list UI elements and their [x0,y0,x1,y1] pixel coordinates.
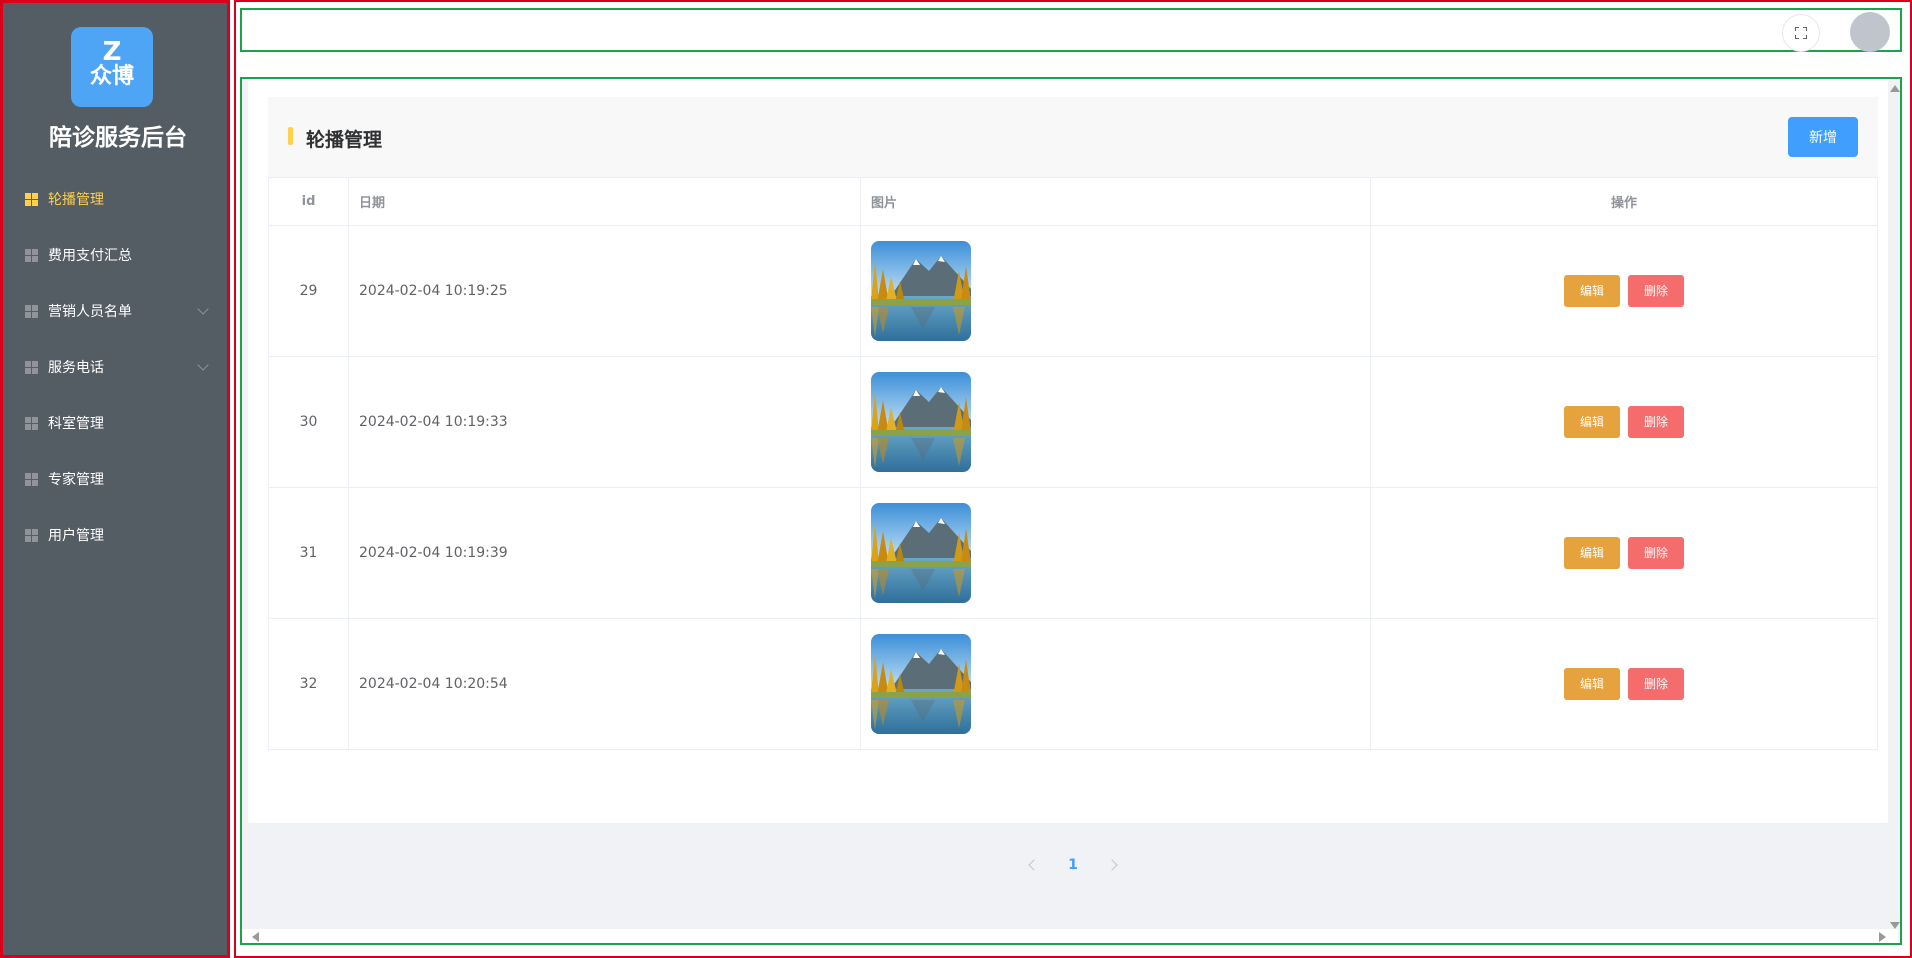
chevron-down-icon [197,303,209,315]
delete-button[interactable]: 删除 [1628,406,1684,438]
landscape-thumbnail[interactable] [871,634,971,734]
cell-id: 31 [268,487,349,619]
page-number[interactable]: 1 [1068,857,1078,873]
scroll-right-icon[interactable] [1879,932,1886,942]
cell-image [860,356,1371,488]
scroll-down-icon[interactable] [1890,922,1900,929]
cell-image [860,618,1371,750]
horizontal-scrollbar[interactable] [242,929,1898,943]
fullscreen-icon [1795,27,1807,39]
sidebar-item-experts[interactable]: 专家管理 [3,451,227,507]
grid-icon [25,304,38,318]
cell-actions: 编辑 删除 [1370,487,1878,619]
scroll-up-icon[interactable] [1890,85,1900,92]
column-header-date[interactable]: 日期 [348,177,861,226]
column-header-id[interactable]: id [268,177,349,226]
cell-date: 2024-02-04 10:19:33 [348,356,861,488]
table-header-row: id 日期 图片 操作 [268,177,1878,226]
delete-button[interactable]: 删除 [1628,668,1684,700]
grid-icon [25,416,38,430]
logo-text: 众博 [89,64,134,89]
fullscreen-button[interactable] [1782,14,1820,52]
sidebar-item-label: 用户管理 [48,528,104,544]
logo-letter: Z [102,37,122,67]
sidebar: Z 众博 陪诊服务后台 轮播管理 费用支付汇总 营销人员名单 服务电话 科室管理 [0,0,230,958]
column-header-image[interactable]: 图片 [860,177,1371,226]
sidebar-item-label: 科室管理 [48,416,104,432]
table-row: 32 2024-02-04 10:20:54 编辑 删除 [268,618,1878,750]
pagination: 1 [268,850,1878,880]
app-title: 陪诊服务后台 [49,125,187,151]
grid-icon [25,192,38,206]
grid-icon [25,472,38,486]
cell-date: 2024-02-04 10:20:54 [348,618,861,750]
cell-date: 2024-02-04 10:19:25 [348,225,861,357]
sidebar-item-label: 专家管理 [48,472,104,488]
table-row: 31 2024-02-04 10:19:39 编辑 删除 [268,487,1878,619]
chevron-down-icon [197,359,209,371]
sidebar-item-users[interactable]: 用户管理 [3,507,227,563]
scroll-left-icon[interactable] [252,932,259,942]
sidebar-item-department[interactable]: 科室管理 [3,395,227,451]
grid-icon [25,360,38,374]
column-header-actions: 操作 [1370,177,1878,226]
cell-image [860,225,1371,357]
sidebar-item-label: 服务电话 [48,360,104,376]
cell-id: 29 [268,225,349,357]
cell-actions: 编辑 删除 [1370,618,1878,750]
edit-button[interactable]: 编辑 [1564,275,1620,307]
sidebar-item-label: 费用支付汇总 [48,248,132,264]
page-title: 轮播管理 [306,129,383,151]
grid-icon [25,248,38,262]
top-header [240,8,1902,52]
user-avatar[interactable] [1850,12,1890,52]
vertical-scrollbar[interactable] [1890,79,1900,929]
table-row: 29 2024-02-04 10:19:25 编辑 删除 [268,225,1878,357]
sidebar-item-payment-summary[interactable]: 费用支付汇总 [3,227,227,283]
cell-actions: 编辑 删除 [1370,225,1878,357]
next-page-icon[interactable] [1106,859,1118,871]
edit-button[interactable]: 编辑 [1564,668,1620,700]
cell-actions: 编辑 删除 [1370,356,1878,488]
sidebar-item-carousel[interactable]: 轮播管理 [3,171,227,227]
table-row: 30 2024-02-04 10:19:33 编辑 删除 [268,356,1878,488]
add-button[interactable]: 新增 [1788,117,1858,157]
sidebar-menu: 轮播管理 费用支付汇总 营销人员名单 服务电话 科室管理 专家管理 用户管理 [3,171,227,563]
landscape-thumbnail[interactable] [871,241,971,341]
content-area: 轮播管理 新增 id 日期 图片 操作 29 2024-02-04 10:19:… [240,77,1902,945]
cell-image [860,487,1371,619]
carousel-table: id 日期 图片 操作 29 2024-02-04 10:19:25 编辑删除 [268,177,1878,750]
landscape-thumbnail[interactable] [871,503,971,603]
grid-icon [25,528,38,542]
sidebar-item-label: 营销人员名单 [48,304,132,320]
cell-id: 30 [268,356,349,488]
landscape-thumbnail[interactable] [871,372,971,472]
sidebar-item-service-phone[interactable]: 服务电话 [3,339,227,395]
edit-button[interactable]: 编辑 [1564,406,1620,438]
title-accent-bar [288,127,293,145]
carousel-card: 轮播管理 新增 id 日期 图片 操作 29 2024-02-04 10:19:… [268,97,1878,873]
delete-button[interactable]: 删除 [1628,537,1684,569]
sidebar-item-marketing-staff[interactable]: 营销人员名单 [3,283,227,339]
sidebar-item-label: 轮播管理 [48,192,104,208]
cell-id: 32 [268,618,349,750]
app-logo: Z 众博 [71,27,153,107]
edit-button[interactable]: 编辑 [1564,537,1620,569]
cell-date: 2024-02-04 10:19:39 [348,487,861,619]
prev-page-icon[interactable] [1028,859,1040,871]
card-header: 轮播管理 新增 [268,97,1878,177]
delete-button[interactable]: 删除 [1628,275,1684,307]
